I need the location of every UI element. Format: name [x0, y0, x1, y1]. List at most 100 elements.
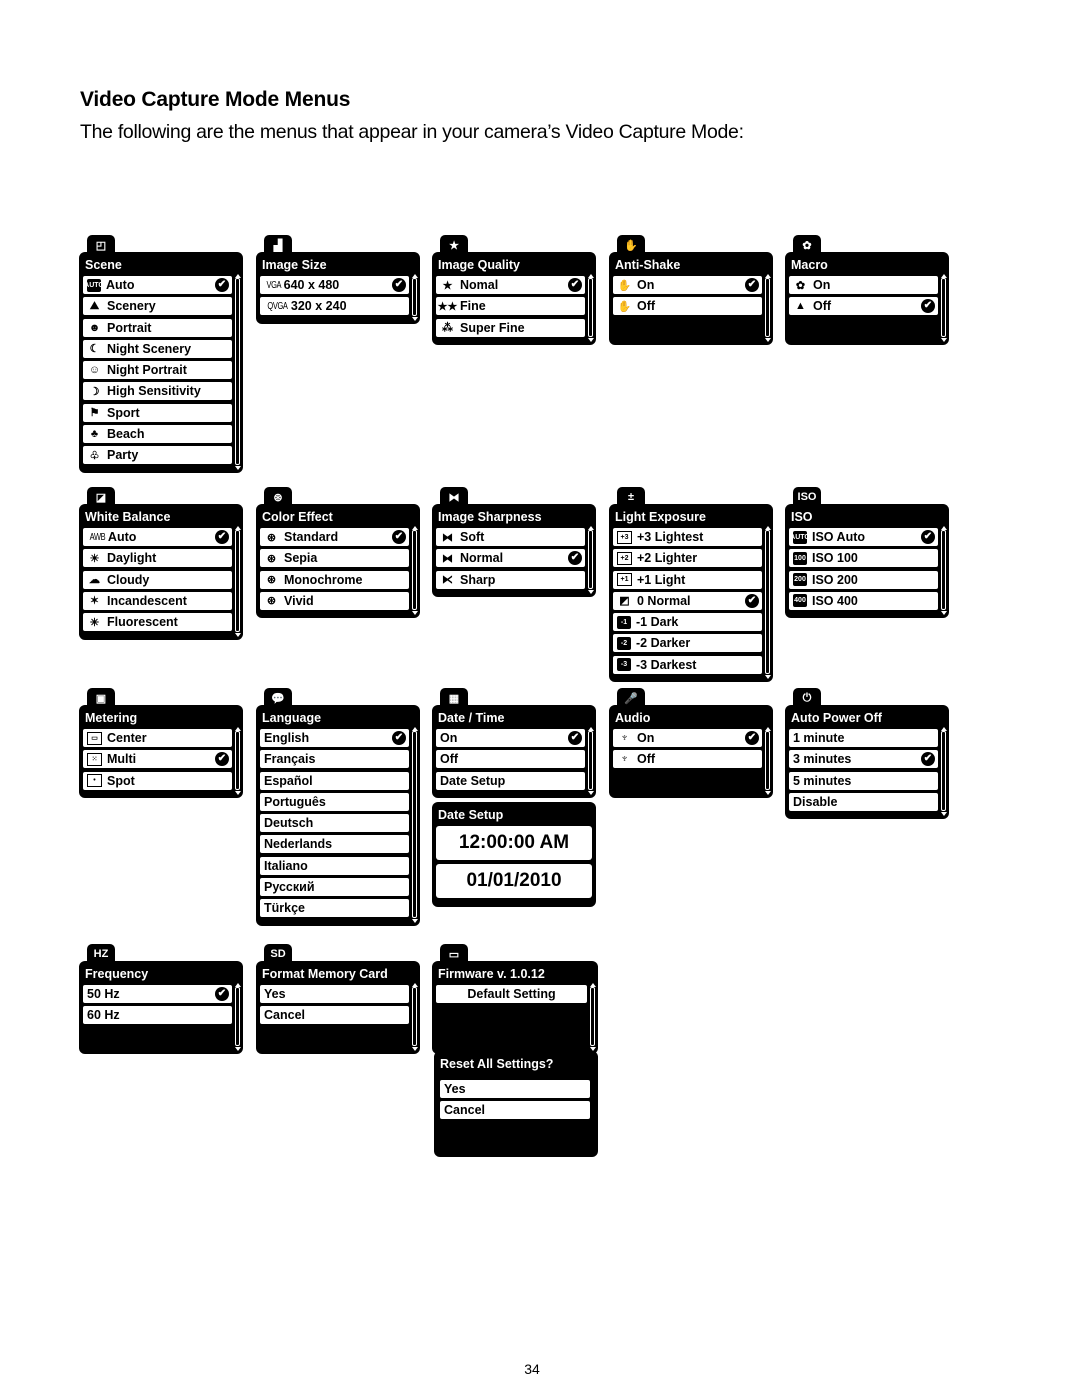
menu-item[interactable]: On ✔ [436, 729, 585, 747]
scrollbar[interactable] [765, 278, 770, 337]
scrollbar[interactable] [235, 731, 240, 790]
scroll-up-arrow-icon[interactable] [764, 274, 771, 278]
menu-item[interactable]: ⁙ Multi ✔ [83, 750, 232, 769]
scroll-down-arrow-icon[interactable] [940, 611, 947, 616]
scroll-up-arrow-icon[interactable] [234, 526, 241, 530]
menu-item[interactable]: Yes [260, 985, 409, 1003]
scroll-down-arrow-icon[interactable] [234, 790, 241, 795]
menu-item[interactable]: ☁ Cloudy [83, 570, 232, 589]
scroll-down-arrow-icon[interactable] [587, 589, 594, 594]
scrollbar[interactable] [412, 278, 417, 316]
menu-item[interactable]: QVGA 320 x 240 [260, 297, 409, 316]
scroll-up-arrow-icon[interactable] [764, 727, 771, 731]
menu-item[interactable]: Русский [260, 878, 409, 897]
menu-item[interactable]: Default Setting [436, 985, 587, 1003]
reset-option-cancel[interactable]: Cancel [440, 1101, 590, 1120]
scrollbar[interactable] [588, 278, 593, 337]
menu-item[interactable]: +3 +3 Lightest [613, 528, 762, 546]
scrollbar[interactable] [941, 731, 946, 812]
menu-item[interactable]: ⚑ Sport [83, 403, 232, 422]
menu-item[interactable]: ✳ Fluorescent [83, 613, 232, 632]
scroll-down-arrow-icon[interactable] [411, 918, 418, 923]
menu-item[interactable]: 100 ISO 100 [789, 549, 938, 568]
menu-item[interactable]: ☻ Portrait [83, 318, 232, 337]
menu-item[interactable]: +2 +2 Lighter [613, 549, 762, 568]
menu-item[interactable]: ♣ Beach [83, 425, 232, 444]
scroll-down-arrow-icon[interactable] [587, 337, 594, 342]
scroll-down-arrow-icon[interactable] [411, 316, 418, 321]
scroll-down-arrow-icon[interactable] [411, 1046, 418, 1051]
date-spinner[interactable]: 01/01/2010 [436, 864, 592, 898]
menu-item[interactable]: ⧓ Soft [436, 528, 585, 546]
menu-item[interactable]: Date Setup [436, 771, 585, 790]
scroll-down-arrow-icon[interactable] [234, 465, 241, 470]
menu-item[interactable]: ✋ On ✔ [613, 276, 762, 294]
menu-item[interactable]: ★ Nomal ✔ [436, 276, 585, 294]
menu-item[interactable]: Français [260, 750, 409, 769]
menu-item[interactable]: Español [260, 771, 409, 790]
menu-item[interactable]: ⁂ Super Fine [436, 318, 585, 337]
reset-option-yes[interactable]: Yes [440, 1080, 590, 1098]
scroll-down-arrow-icon[interactable] [234, 632, 241, 637]
menu-item[interactable]: ⊛ Standard ✔ [260, 528, 409, 546]
scroll-down-arrow-icon[interactable] [411, 611, 418, 616]
menu-item[interactable]: ▲ Off ✔ [789, 297, 938, 316]
menu-item[interactable]: English ✔ [260, 729, 409, 747]
menu-item[interactable]: 3 minutes ✔ [789, 750, 938, 769]
menu-item[interactable]: Nederlands [260, 835, 409, 854]
menu-item[interactable]: 5 minutes [789, 771, 938, 790]
menu-item[interactable]: AUTO ISO Auto ✔ [789, 528, 938, 546]
scroll-up-arrow-icon[interactable] [234, 727, 241, 731]
menu-item[interactable]: -1 -1 Dark [613, 613, 762, 632]
scroll-up-arrow-icon[interactable] [411, 727, 418, 731]
menu-item[interactable]: -2 -2 Darker [613, 634, 762, 653]
menu-item[interactable]: Türkçe [260, 899, 409, 918]
scroll-down-arrow-icon[interactable] [940, 812, 947, 817]
scroll-up-arrow-icon[interactable] [411, 983, 418, 987]
scrollbar[interactable] [588, 530, 593, 589]
scroll-up-arrow-icon[interactable] [587, 274, 594, 278]
menu-item[interactable]: Disable [789, 792, 938, 811]
menu-item[interactable]: VGA 640 x 480 ✔ [260, 276, 409, 294]
scroll-down-arrow-icon[interactable] [940, 337, 947, 342]
scroll-up-arrow-icon[interactable] [587, 727, 594, 731]
scroll-up-arrow-icon[interactable] [234, 274, 241, 278]
menu-item[interactable]: ♆ Off [613, 750, 762, 769]
menu-item[interactable]: 60 Hz [83, 1006, 232, 1025]
scrollbar[interactable] [590, 987, 595, 1046]
scroll-up-arrow-icon[interactable] [587, 526, 594, 530]
scroll-down-arrow-icon[interactable] [234, 1046, 241, 1051]
scroll-down-arrow-icon[interactable] [764, 337, 771, 342]
menu-item[interactable]: ♧ Party [83, 446, 232, 465]
menu-item[interactable]: +1 +1 Light [613, 570, 762, 589]
menu-item[interactable]: AWB Auto ✔ [83, 528, 232, 546]
menu-item[interactable]: ♆ On ✔ [613, 729, 762, 747]
menu-item[interactable]: ◩ 0 Normal ✔ [613, 591, 762, 610]
menu-item[interactable]: Italiano [260, 856, 409, 875]
menu-item[interactable]: ⧓ Normal ✔ [436, 549, 585, 568]
scrollbar[interactable] [412, 731, 417, 918]
menu-item[interactable]: ⛰ Scenery [83, 297, 232, 316]
menu-item[interactable]: ☽ High Sensitivity [83, 382, 232, 401]
menu-item[interactable]: ✋ Off [613, 297, 762, 316]
scrollbar[interactable] [235, 530, 240, 632]
menu-item[interactable]: ☀ Daylight [83, 549, 232, 568]
menu-item[interactable]: 1 minute [789, 729, 938, 747]
scroll-up-arrow-icon[interactable] [411, 526, 418, 530]
menu-item[interactable]: • Spot [83, 771, 232, 790]
scroll-down-arrow-icon[interactable] [764, 675, 771, 680]
menu-item[interactable]: -3 -3 Darkest [613, 655, 762, 674]
scroll-up-arrow-icon[interactable] [940, 274, 947, 278]
menu-item[interactable]: 400 ISO 400 [789, 591, 938, 610]
scroll-up-arrow-icon[interactable] [940, 526, 947, 530]
menu-item[interactable]: ☺ Night Portrait [83, 361, 232, 380]
scrollbar[interactable] [588, 731, 593, 790]
menu-item[interactable]: ✿ On [789, 276, 938, 294]
scrollbar[interactable] [412, 530, 417, 611]
scroll-up-arrow-icon[interactable] [234, 983, 241, 987]
menu-item[interactable]: ☾ Night Scenery [83, 339, 232, 358]
menu-item[interactable]: 200 ISO 200 [789, 570, 938, 589]
scrollbar[interactable] [765, 731, 770, 790]
scroll-up-arrow-icon[interactable] [940, 727, 947, 731]
scrollbar[interactable] [235, 278, 240, 465]
